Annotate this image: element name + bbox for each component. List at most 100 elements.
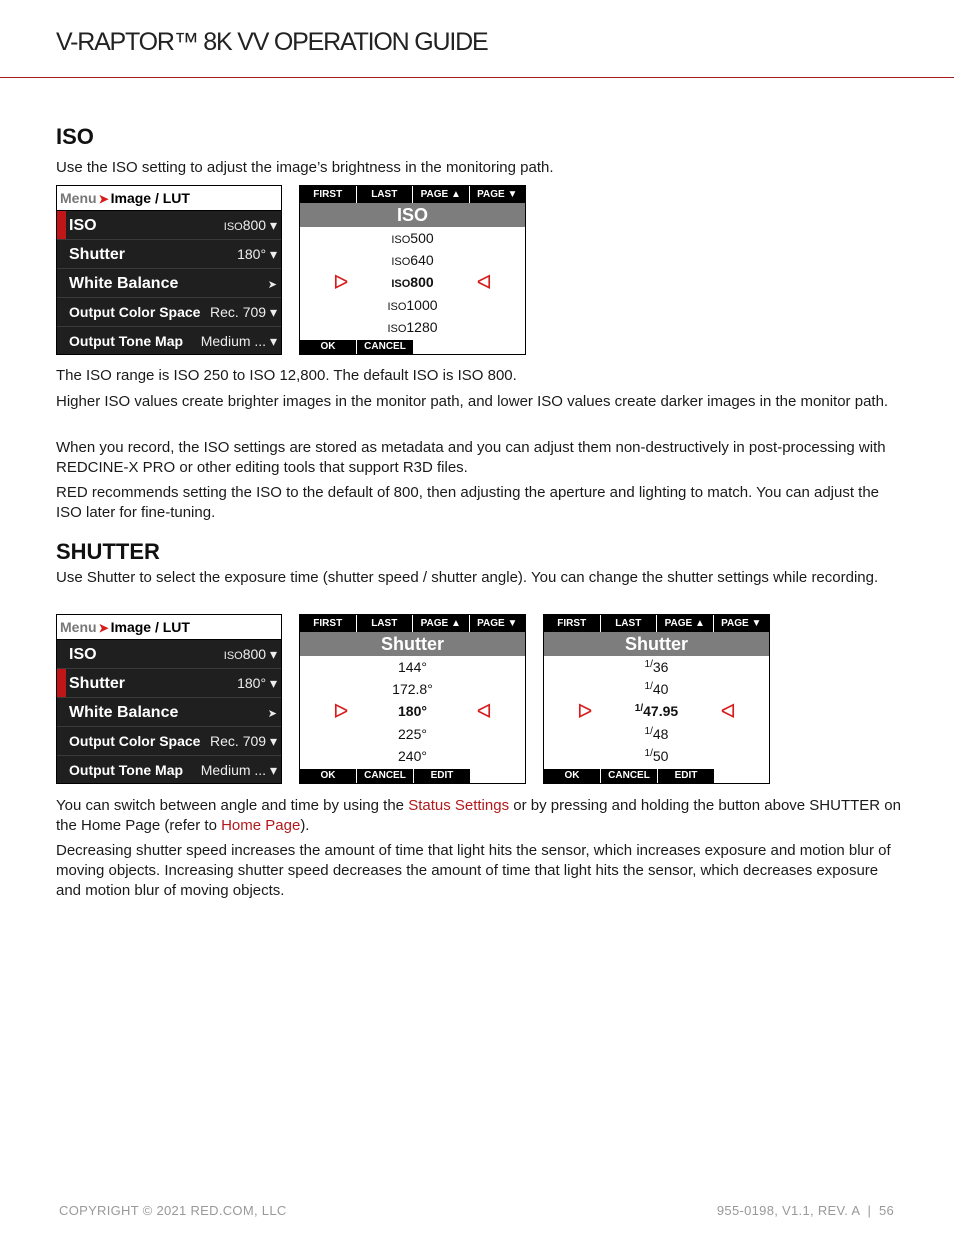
chevron-right-icon: ➤: [98, 192, 109, 206]
cancel-button[interactable]: CANCEL: [357, 340, 414, 354]
picker-options: 144° 172.8° 180° 225° 240° ᐅ ᐊ: [300, 656, 525, 768]
menu-row-output-tone-map[interactable]: Output Tone Map Medium ... ▾: [57, 327, 281, 356]
ok-button[interactable]: OK: [300, 769, 357, 783]
shutter-speed-paragraph: Decreasing shutter speed increases the a…: [56, 842, 891, 899]
picker-options: 1/36 1/40 1/47.95 1/48 1/50 ᐅ ᐊ: [544, 656, 769, 768]
row-value: ➤: [268, 269, 277, 300]
picker-option[interactable]: 1/36: [544, 659, 769, 675]
row-label: Shutter: [69, 246, 125, 263]
selection-arrow-left-icon: ᐊ: [476, 701, 492, 723]
row-label: Output Color Space: [69, 733, 201, 749]
selection-indicator: [57, 669, 66, 697]
image-lut-menu-shutter: Menu ➤ Image / LUT ISO ISO800 ▾ Shutter 180°…: [56, 614, 282, 784]
row-value: Medium ... ▾: [200, 762, 277, 778]
iso-paragraph: RED recommends setting the ISO to the de…: [56, 484, 880, 521]
last-button[interactable]: LAST: [357, 615, 413, 632]
crumb-current: Image / LUT: [110, 190, 190, 206]
cancel-button[interactable]: CANCEL: [601, 769, 658, 783]
chevron-down-icon: ▾: [269, 762, 277, 778]
ok-button[interactable]: OK: [300, 340, 357, 354]
image-lut-menu-iso: Menu ➤ Image / LUT ISO ISO800 ▾ Shutter 180°…: [56, 185, 282, 355]
picker-option[interactable]: ISO1280: [300, 319, 525, 335]
picker-action-bar: OK CANCEL EDIT: [300, 769, 471, 783]
selection-arrow-right-icon: ᐅ: [577, 701, 593, 723]
chevron-right-icon: ➤: [267, 279, 277, 291]
picker-option[interactable]: ISO1000: [300, 297, 525, 313]
page-up-button[interactable]: PAGE ▲: [413, 186, 470, 203]
selection-arrow-left-icon: ᐊ: [476, 272, 492, 294]
last-button[interactable]: LAST: [357, 186, 413, 203]
selection-arrow-right-icon: ᐅ: [333, 272, 349, 294]
picker-title: Shutter: [544, 632, 769, 656]
page-down-button[interactable]: PAGE ▼: [714, 615, 770, 632]
shutter-switch-paragraph: You can switch between angle and time by…: [56, 797, 901, 834]
row-value: Rec. 709 ▾: [210, 733, 277, 749]
row-value: 180° ▾: [237, 675, 277, 691]
picker-options: ISO500 ISO640 ISO800 ISO1000 ISO1280 ᐅ ᐊ: [300, 227, 525, 339]
chevron-down-icon: ▾: [269, 675, 277, 691]
first-button[interactable]: FIRST: [300, 186, 357, 203]
first-button[interactable]: FIRST: [544, 615, 601, 632]
page-header: V-RAPTOR™ 8K VV OPERATION GUIDE: [0, 0, 954, 78]
home-page-link[interactable]: Home Page: [221, 817, 300, 834]
picker-option[interactable]: 240°: [300, 748, 525, 764]
picker-option[interactable]: 172.8°: [300, 681, 525, 697]
menu-row-shutter[interactable]: Shutter 180° ▾: [57, 240, 281, 269]
row-label: Output Tone Map: [69, 333, 184, 349]
picker-option[interactable]: 1/48: [544, 726, 769, 742]
picker-nav-bar: FIRST LAST PAGE ▲ PAGE ▼: [544, 615, 769, 632]
iso-picker: FIRST LAST PAGE ▲ PAGE ▼ ISO ISO500 ISO6…: [299, 185, 526, 355]
picker-option[interactable]: ISO500: [300, 230, 525, 246]
row-label: Output Color Space: [69, 304, 201, 320]
edit-button[interactable]: EDIT: [414, 769, 471, 783]
shutter-heading: SHUTTER: [56, 539, 160, 564]
picker-nav-bar: FIRST LAST PAGE ▲ PAGE ▼: [300, 186, 525, 203]
menu-row-white-balance[interactable]: White Balance ➤: [57, 698, 281, 727]
page-up-button[interactable]: PAGE ▲: [413, 615, 470, 632]
chevron-down-icon: ▾: [269, 217, 277, 233]
page-up-button[interactable]: PAGE ▲: [657, 615, 714, 632]
picker-option[interactable]: 1/50: [544, 748, 769, 764]
breadcrumb: Menu ➤ Image / LUT: [57, 615, 281, 640]
menu-row-white-balance[interactable]: White Balance ➤: [57, 269, 281, 298]
row-label: ISO: [69, 217, 97, 234]
edit-button[interactable]: EDIT: [658, 769, 715, 783]
picker-action-bar: OK CANCEL EDIT: [544, 769, 715, 783]
row-value: ➤: [268, 698, 277, 729]
iso-heading: ISO: [56, 124, 94, 149]
row-value: Medium ... ▾: [200, 333, 277, 349]
row-label: ISO: [69, 646, 97, 663]
shutter-intro: Use Shutter to select the exposure time …: [56, 569, 879, 586]
chevron-down-icon: ▾: [269, 333, 277, 349]
row-value: Rec. 709 ▾: [210, 304, 277, 320]
page-down-button[interactable]: PAGE ▼: [470, 615, 526, 632]
menu-row-iso[interactable]: ISO ISO800 ▾: [57, 640, 281, 669]
crumb-root[interactable]: Menu: [60, 190, 97, 206]
chevron-down-icon: ▾: [269, 646, 277, 662]
row-value: ISO800 ▾: [223, 646, 277, 662]
cancel-button[interactable]: CANCEL: [357, 769, 414, 783]
row-label: Output Tone Map: [69, 762, 184, 778]
last-button[interactable]: LAST: [601, 615, 657, 632]
guide-title: V-RAPTOR™ 8K VV OPERATION GUIDE: [56, 28, 489, 56]
page-down-button[interactable]: PAGE ▼: [470, 186, 526, 203]
breadcrumb: Menu ➤ Image / LUT: [57, 186, 281, 211]
picker-option[interactable]: 225°: [300, 726, 525, 742]
picker-option[interactable]: 144°: [300, 659, 525, 675]
picker-title: ISO: [300, 203, 525, 227]
crumb-root[interactable]: Menu: [60, 619, 97, 635]
menu-row-shutter[interactable]: Shutter 180° ▾: [57, 669, 281, 698]
menu-row-iso[interactable]: ISO ISO800 ▾: [57, 211, 281, 240]
selection-arrow-left-icon: ᐊ: [720, 701, 736, 723]
picker-option[interactable]: ISO640: [300, 252, 525, 268]
first-button[interactable]: FIRST: [300, 615, 357, 632]
ok-button[interactable]: OK: [544, 769, 601, 783]
menu-row-output-color-space[interactable]: Output Color Space Rec. 709 ▾: [57, 727, 281, 756]
chevron-right-icon: ➤: [98, 621, 109, 635]
menu-row-output-color-space[interactable]: Output Color Space Rec. 709 ▾: [57, 298, 281, 327]
chevron-down-icon: ▾: [269, 733, 277, 749]
menu-row-output-tone-map[interactable]: Output Tone Map Medium ... ▾: [57, 756, 281, 785]
status-settings-link[interactable]: Status Settings: [408, 797, 509, 814]
picker-option[interactable]: 1/40: [544, 681, 769, 697]
shutter-angle-picker: FIRST LAST PAGE ▲ PAGE ▼ Shutter 144° 17…: [299, 614, 526, 784]
